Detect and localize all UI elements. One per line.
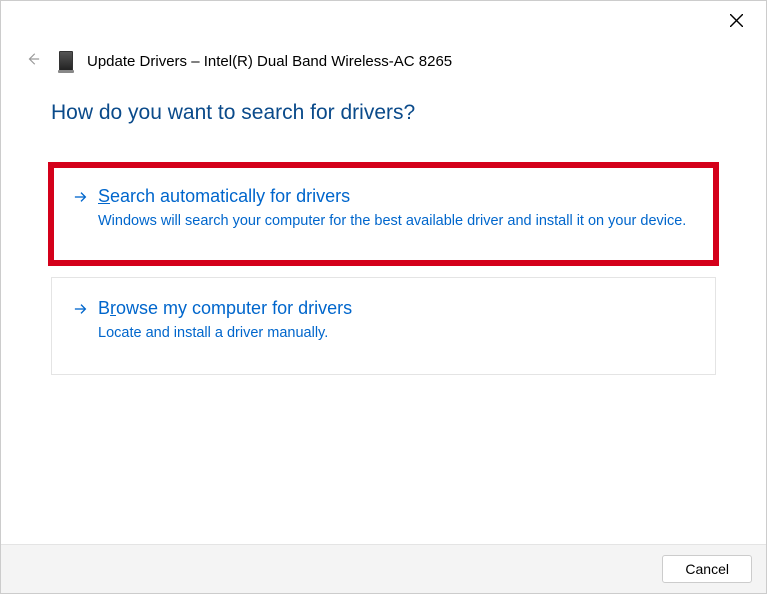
arrow-right-icon [74, 302, 88, 316]
option-title: Browse my computer for drivers [98, 298, 693, 319]
arrow-right-icon [74, 190, 88, 204]
dialog-footer: Cancel [1, 544, 766, 593]
update-drivers-dialog: Update Drivers – Intel(R) Dual Band Wire… [0, 0, 767, 594]
option-title: Search automatically for drivers [98, 186, 693, 207]
option-browse-computer[interactable]: Browse my computer for drivers Locate an… [51, 277, 716, 375]
close-icon [730, 14, 743, 32]
device-icon [59, 51, 73, 71]
dialog-title: Update Drivers – Intel(R) Dual Band Wire… [87, 53, 452, 70]
option-description: Windows will search your computer for th… [98, 211, 693, 232]
back-button[interactable] [23, 51, 43, 71]
option-search-automatically[interactable]: Search automatically for drivers Windows… [51, 165, 716, 263]
dialog-content: How do you want to search for drivers? S… [1, 71, 766, 544]
back-arrow-icon [26, 52, 40, 71]
cancel-button[interactable]: Cancel [662, 555, 752, 583]
close-button[interactable] [720, 9, 752, 37]
option-description: Locate and install a driver manually. [98, 323, 693, 344]
dialog-header: Update Drivers – Intel(R) Dual Band Wire… [1, 1, 766, 71]
page-heading: How do you want to search for drivers? [51, 101, 716, 125]
